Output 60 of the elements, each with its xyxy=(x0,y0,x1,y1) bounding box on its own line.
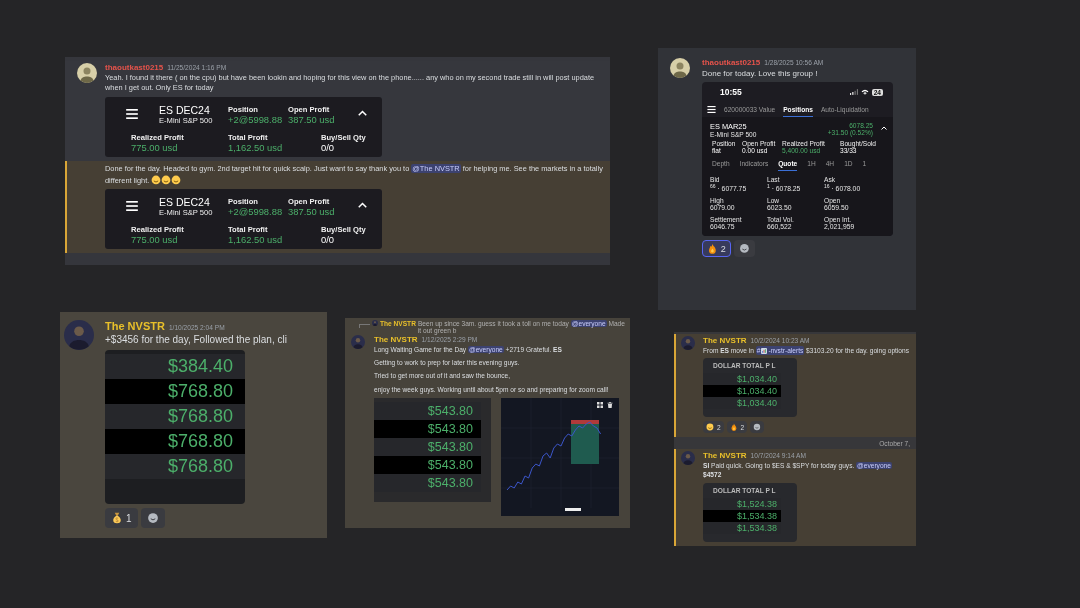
stat-value: 387.50 usd xyxy=(288,113,336,125)
signal-icon xyxy=(849,89,858,96)
smiley-face-icon xyxy=(171,174,182,185)
collapse-icon[interactable] xyxy=(881,126,887,131)
avatar[interactable] xyxy=(670,58,690,78)
pnl-value: $768.80 xyxy=(105,454,245,479)
pnl-value: $768.80 xyxy=(105,429,245,454)
pnl-value: $384.40 xyxy=(105,354,245,379)
collapse-icon[interactable] xyxy=(358,109,367,116)
fire-icon xyxy=(729,423,738,432)
menu-icon[interactable] xyxy=(707,106,716,114)
reaction-button[interactable]: 1 xyxy=(105,508,138,528)
stat-value: 0/0 xyxy=(321,234,336,246)
collapse-icon[interactable] xyxy=(358,201,367,208)
expand-icon[interactable] xyxy=(597,401,603,408)
author-name[interactable]: The NVSTR xyxy=(703,451,747,461)
money-bag-icon xyxy=(111,512,123,524)
stat-value: 387.50 usd xyxy=(288,205,336,217)
pnl-value: $768.80 xyxy=(105,379,245,404)
stat-value: 1,162.50 usd xyxy=(228,234,284,246)
author-name[interactable]: The NVSTR xyxy=(703,336,747,345)
add-emoji-icon xyxy=(738,243,750,255)
add-reaction-button[interactable] xyxy=(750,421,765,434)
add-emoji-icon xyxy=(146,512,159,524)
avatar[interactable] xyxy=(77,63,97,83)
stop-loss-zone xyxy=(571,419,599,424)
take-profit-zone xyxy=(571,423,599,464)
stat-value: 0/0 xyxy=(321,142,336,154)
message-text: Done for today. Love this group ! xyxy=(702,68,819,80)
time-marker xyxy=(565,507,581,511)
add-reaction-button[interactable] xyxy=(733,240,755,258)
author-name[interactable]: The NVSTR xyxy=(105,320,165,332)
author-name[interactable]: The NVSTR xyxy=(374,335,418,344)
clock: 10:55 xyxy=(720,87,742,98)
symbol: ES DEC24 xyxy=(159,196,211,209)
pnl-value: $1,034.40 xyxy=(703,385,781,398)
add-emoji-icon xyxy=(753,423,762,432)
delete-icon[interactable] xyxy=(607,401,613,408)
wifi-icon xyxy=(860,89,869,96)
smiley-face-icon xyxy=(161,174,172,185)
add-reaction-button[interactable] xyxy=(140,508,165,528)
menu-icon[interactable] xyxy=(126,200,138,211)
avatar xyxy=(372,320,378,326)
fire-icon xyxy=(707,243,718,255)
pnl-value: $768.80 xyxy=(105,404,245,429)
stat-value: 775.00 usd xyxy=(131,234,179,246)
reply-connector xyxy=(359,324,370,328)
reaction-button[interactable]: 2 xyxy=(702,240,731,258)
chart-icon xyxy=(761,347,768,354)
menu-icon[interactable] xyxy=(126,108,138,119)
smiley-face-icon xyxy=(151,174,162,185)
stat-value: +2@5998.88 xyxy=(228,113,284,125)
message-text: +$3456 for the day, Followed the plan, cli xyxy=(105,333,288,347)
stat-value: 1,162.50 usd xyxy=(228,142,284,154)
stat-value: +2@5998.88 xyxy=(228,205,284,217)
pnl-value: $543.80 xyxy=(374,401,481,420)
smiley-face-icon xyxy=(706,423,714,432)
stat-value: 775.00 usd xyxy=(131,142,179,154)
author-name[interactable]: thaoutkast0215 xyxy=(702,58,761,67)
symbol: ES DEC24 xyxy=(159,104,211,117)
